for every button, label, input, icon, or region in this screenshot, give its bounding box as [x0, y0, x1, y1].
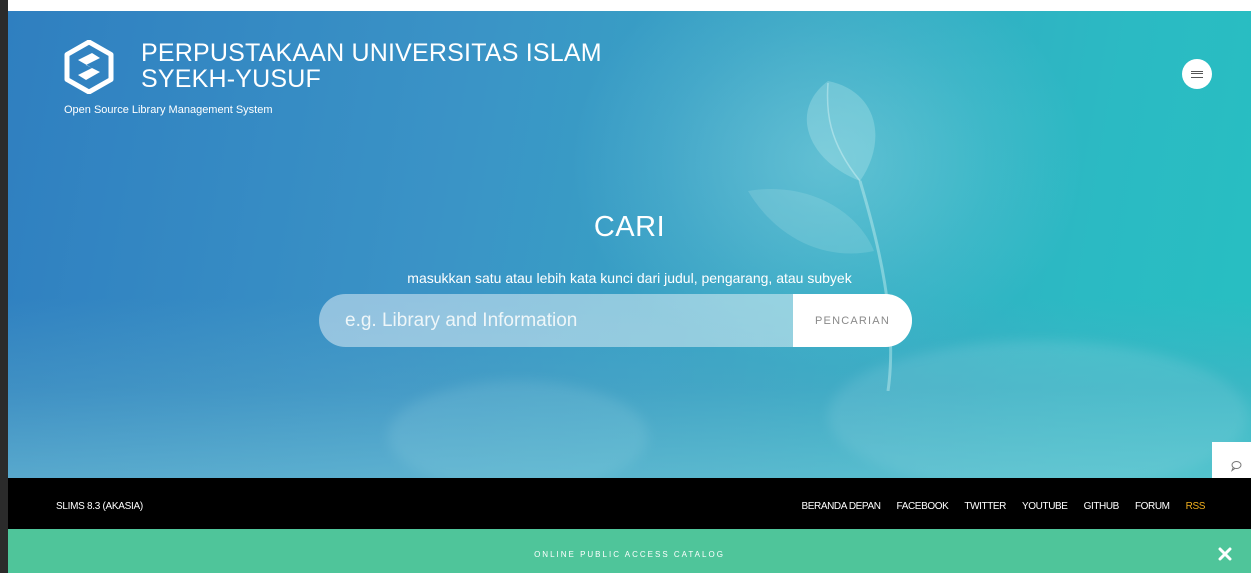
- chat-bubble-icon: [1230, 460, 1241, 472]
- search-hint: masukkan satu atau lebih kata kunci dari…: [407, 270, 852, 286]
- footer-link-facebook[interactable]: FACEBOOK: [897, 501, 949, 512]
- site-subtitle: Open Source Library Management System: [64, 104, 273, 116]
- site-title-line1: PERPUSTAKAAN UNIVERSITAS ISLAM: [141, 39, 602, 67]
- opac-label: ONLINE PUBLIC ACCESS CATALOG: [534, 550, 725, 559]
- chat-button[interactable]: [1212, 442, 1251, 478]
- footer-link-github[interactable]: GITHUB: [1084, 501, 1120, 512]
- version-label: SLIMS 8.3 (AKASIA): [56, 501, 143, 512]
- left-window-edge: [0, 0, 8, 573]
- footer-bar: SLIMS 8.3 (AKASIA) BERANDA DEPAN FACEBOO…: [8, 478, 1251, 529]
- footer-nav: BERANDA DEPAN FACEBOOK TWITTER YOUTUBE G…: [785, 501, 1205, 512]
- site-title-line2: SYEKH-YUSUF: [141, 65, 322, 93]
- opac-bar: ONLINE PUBLIC ACCESS CATALOG: [8, 529, 1251, 573]
- site-title[interactable]: PERPUSTAKAAN UNIVERSITAS ISLAM SYEKH-YUS…: [141, 40, 602, 92]
- footer-link-rss[interactable]: RSS: [1186, 501, 1206, 512]
- footer-link-forum[interactable]: FORUM: [1135, 501, 1170, 512]
- menu-button[interactable]: [1182, 59, 1212, 89]
- search-button[interactable]: PENCARIAN: [793, 294, 912, 347]
- search-heading: CARI: [593, 211, 666, 243]
- footer-link-beranda-depan[interactable]: BERANDA DEPAN: [801, 501, 880, 512]
- search-input[interactable]: [319, 294, 793, 347]
- slims-logo-icon[interactable]: [62, 40, 116, 94]
- footer-link-youtube[interactable]: YOUTUBE: [1022, 501, 1068, 512]
- footer-link-twitter[interactable]: TWITTER: [964, 501, 1006, 512]
- search-box: PENCARIAN: [319, 294, 912, 347]
- top-strip: [8, 0, 1251, 11]
- close-icon[interactable]: [1218, 547, 1232, 561]
- menu-icon: [1191, 70, 1203, 78]
- hero-section: PERPUSTAKAAN UNIVERSITAS ISLAM SYEKH-YUS…: [8, 11, 1251, 478]
